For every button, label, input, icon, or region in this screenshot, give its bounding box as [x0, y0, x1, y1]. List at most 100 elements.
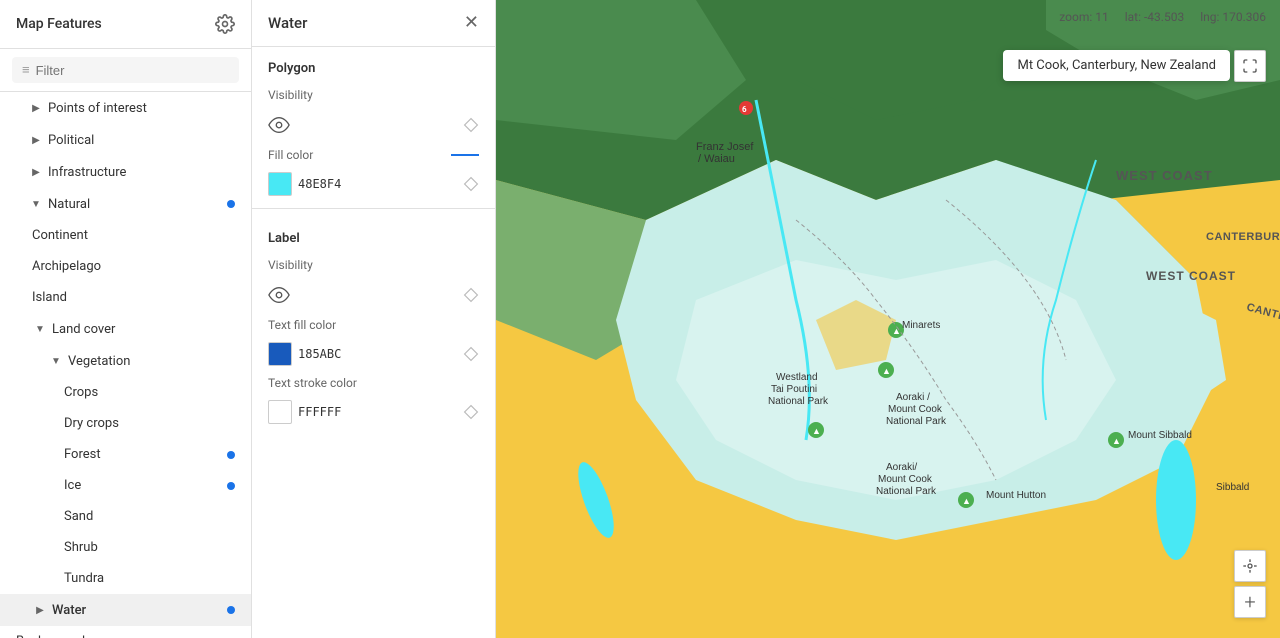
sidebar-item-dry-crops[interactable]: Dry crops [0, 408, 251, 439]
label-visibility-label: Visibility [268, 258, 313, 272]
svg-text:National Park: National Park [768, 396, 829, 407]
sidebar-item-label: Forest [64, 447, 227, 462]
feature-panel: Water ✕ Polygon Visibility Fill color 48… [252, 0, 496, 638]
svg-text:Minarets: Minarets [902, 320, 940, 331]
chevron-right-icon: ▶ [32, 602, 48, 618]
close-icon[interactable]: ✕ [464, 14, 479, 32]
sidebar: Map Features ≡ ▶ Points of interest ▶ Po… [0, 0, 252, 638]
svg-text:WEST COAST: WEST COAST [1116, 168, 1213, 183]
svg-text:National Park: National Park [886, 416, 947, 427]
panel-divider [252, 208, 495, 209]
blue-dot-indicator [227, 451, 235, 459]
lng-value: 170.306 [1222, 10, 1266, 24]
fill-color-row: 48E8F4 [252, 168, 495, 200]
diamond-icon[interactable] [463, 287, 479, 303]
sidebar-item-points-of-interest[interactable]: ▶ Points of interest [0, 92, 251, 124]
text-fill-color-swatch [268, 342, 292, 366]
blue-line-indicator [451, 154, 479, 156]
panel-title: Water [268, 14, 307, 32]
text-stroke-color-value: FFFFFF [298, 405, 341, 419]
svg-text:Mount Cook: Mount Cook [878, 474, 933, 485]
sidebar-item-sand[interactable]: Sand [0, 501, 251, 532]
sidebar-item-label: Archipelago [32, 259, 235, 274]
sidebar-item-infrastructure[interactable]: ▶ Infrastructure [0, 156, 251, 188]
svg-text:▲: ▲ [1112, 437, 1121, 447]
filter-input-wrap: ≡ [12, 57, 239, 83]
sidebar-item-crops[interactable]: Crops [0, 377, 251, 408]
sidebar-item-vegetation[interactable]: ▼ Vegetation [0, 345, 251, 377]
location-tooltip-text: Mt Cook, Canterbury, New Zealand [1017, 58, 1216, 73]
svg-text:6: 6 [742, 105, 747, 114]
svg-text:Tai Poutini: Tai Poutini [771, 384, 817, 395]
fill-color-value: 48E8F4 [298, 177, 341, 191]
sidebar-item-tundra[interactable]: Tundra [0, 563, 251, 594]
text-fill-color-label: Text fill color [268, 318, 336, 332]
sidebar-item-ice[interactable]: Ice [0, 470, 251, 501]
sidebar-item-political[interactable]: ▶ Political [0, 124, 251, 156]
text-fill-color-label-row: Text fill color [252, 312, 495, 338]
zoom-value: 11 [1095, 10, 1109, 24]
eye-icon[interactable] [268, 284, 290, 306]
sidebar-item-shrub[interactable]: Shrub [0, 532, 251, 563]
diamond-icon[interactable] [463, 176, 479, 192]
diamond-icon[interactable] [463, 346, 479, 362]
sidebar-item-forest[interactable]: Forest [0, 439, 251, 470]
sidebar-item-label: Vegetation [68, 354, 235, 369]
location-icon [1242, 558, 1258, 574]
sidebar-item-land-cover[interactable]: ▼ Land cover [0, 313, 251, 345]
visibility-row: Visibility [252, 82, 495, 108]
gear-icon[interactable] [215, 14, 235, 34]
fullscreen-button[interactable] [1234, 50, 1266, 82]
label-section-title: Label [252, 217, 495, 252]
blue-dot-indicator [227, 606, 235, 614]
text-stroke-color-swatch-wrap[interactable]: FFFFFF [268, 400, 463, 424]
filter-icon: ≡ [22, 62, 30, 78]
sidebar-item-label: Political [48, 133, 235, 148]
sidebar-item-label: Background [16, 634, 235, 638]
polygon-section-title: Polygon [252, 47, 495, 82]
svg-text:Mount Hutton: Mount Hutton [986, 490, 1046, 501]
zoom-in-button[interactable]: + [1234, 586, 1266, 618]
svg-text:WEST COAST: WEST COAST [1146, 269, 1236, 283]
blue-dot-indicator [227, 200, 235, 208]
sidebar-item-label: Island [32, 290, 235, 305]
svg-text:Aoraki/: Aoraki/ [886, 462, 917, 473]
map-container[interactable]: WEST COAST WEST COAST CANTERBURY CANTERB… [496, 0, 1280, 638]
chevron-down-icon: ▼ [48, 353, 64, 369]
sidebar-item-label: Water [52, 603, 227, 618]
filter-input[interactable] [36, 63, 229, 78]
fill-color-swatch-wrap[interactable]: 48E8F4 [268, 172, 463, 196]
blue-dot-indicator [227, 482, 235, 490]
svg-text:▲: ▲ [882, 367, 891, 377]
text-fill-color-swatch-wrap[interactable]: 185ABC [268, 342, 463, 366]
sidebar-item-island[interactable]: Island [0, 282, 251, 313]
map-svg: WEST COAST WEST COAST CANTERBURY CANTERB… [496, 0, 1280, 638]
visibility-controls-row [252, 108, 495, 142]
svg-text:Franz Josef: Franz Josef [696, 141, 754, 153]
sidebar-item-water[interactable]: ▶ Water [0, 594, 251, 626]
sidebar-item-natural[interactable]: ▼ Natural [0, 188, 251, 220]
map-controls: + [1234, 550, 1266, 618]
svg-text:▲: ▲ [962, 497, 971, 507]
visibility-label: Visibility [268, 88, 313, 102]
svg-text:National Park: National Park [876, 486, 937, 497]
chevron-right-icon: ▶ [28, 132, 44, 148]
sidebar-item-archipelago[interactable]: Archipelago [0, 251, 251, 282]
text-fill-color-value: 185ABC [298, 347, 341, 361]
fill-color-swatch [268, 172, 292, 196]
sidebar-title: Map Features [16, 16, 102, 32]
label-visibility-controls-row [252, 278, 495, 312]
fill-color-label-row: Fill color [252, 142, 495, 168]
sidebar-item-continent[interactable]: Continent [0, 220, 251, 251]
sidebar-list: ▶ Points of interest ▶ Political ▶ Infra… [0, 92, 251, 638]
svg-text:Westland: Westland [776, 372, 818, 383]
diamond-icon[interactable] [463, 117, 479, 133]
eye-icon[interactable] [268, 114, 290, 136]
zoom-label: zoom: 11 [1059, 10, 1108, 24]
sidebar-header: Map Features [0, 0, 251, 49]
svg-text:Aoraki /: Aoraki / [896, 392, 930, 403]
sidebar-item-background[interactable]: Background [0, 626, 251, 638]
location-button[interactable] [1234, 550, 1266, 582]
diamond-icon[interactable] [463, 404, 479, 420]
filter-bar: ≡ [0, 49, 251, 92]
